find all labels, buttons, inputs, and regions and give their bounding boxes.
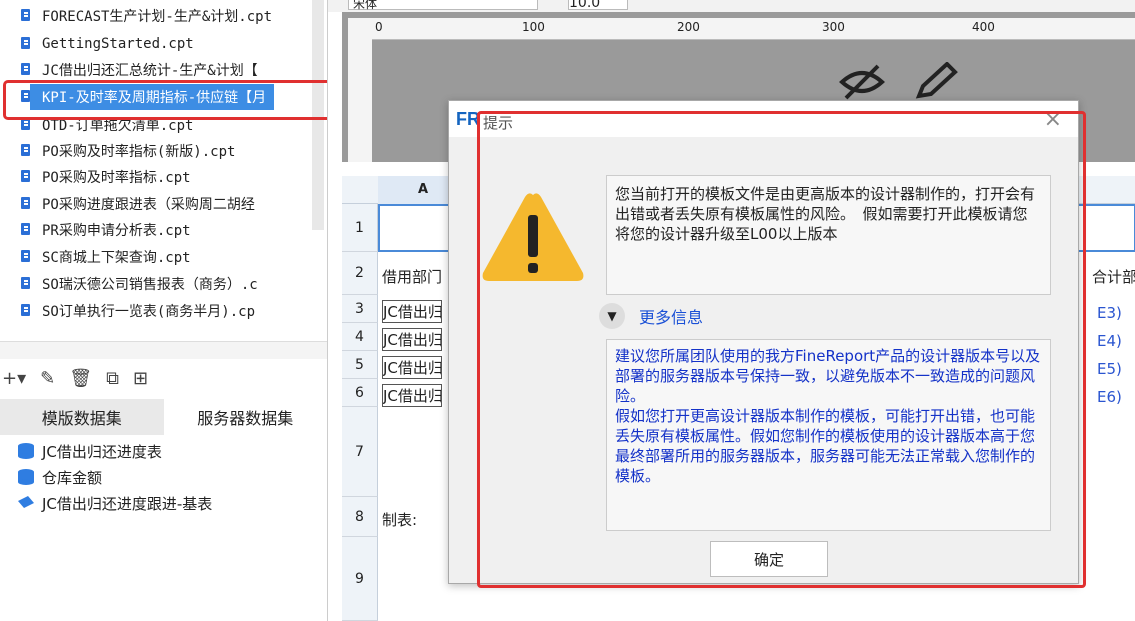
report-file-icon (20, 36, 32, 52)
table-cell[interactable]: E6) (1097, 388, 1122, 406)
row-header[interactable]: 2 (342, 252, 378, 295)
preview-icon[interactable]: ⧉ (106, 368, 119, 389)
row-header[interactable]: 3 (342, 295, 378, 323)
hide-icon[interactable] (838, 62, 886, 102)
report-file-icon (20, 62, 32, 78)
row-header[interactable]: 5 (342, 351, 378, 379)
font-select[interactable]: 宋体 (348, 0, 538, 11)
file-item[interactable]: PO采购及时率指标.cpt (0, 164, 191, 190)
server-dataset-icon[interactable]: ⊞ (133, 368, 148, 389)
table-cell[interactable]: JC借出归 (382, 384, 442, 407)
table-cell[interactable]: E3) (1097, 304, 1122, 322)
table-cell[interactable]: 借用部门 (382, 266, 442, 287)
edit-icon[interactable]: ✎ (40, 368, 55, 389)
delete-icon[interactable]: 🗑 (69, 368, 92, 389)
table-cell[interactable]: E5) (1097, 360, 1122, 378)
row-header[interactable]: 9 (342, 537, 378, 621)
row-header[interactable]: 1 (342, 204, 378, 252)
dataset-item[interactable]: JC借出归还进度跟进-基表 (0, 490, 212, 516)
table-cell[interactable]: 制表: (382, 509, 442, 530)
report-file-icon (20, 276, 32, 292)
font-size-select[interactable]: 10.0 (568, 0, 628, 11)
file-item[interactable]: GettingStarted.cpt (0, 31, 194, 57)
format-toolbar: 宋体 10.0 (328, 0, 1135, 12)
row-header[interactable]: 7 (342, 407, 378, 497)
horizontal-ruler: 0 100 200 300 400 (372, 18, 1135, 40)
database-icon (18, 469, 34, 485)
dataset-link-icon (18, 496, 34, 508)
vertical-ruler (348, 18, 372, 162)
table-cell[interactable]: JC借出归 (382, 300, 442, 323)
dataset-item[interactable]: 仓库金额 (0, 464, 102, 490)
row-header[interactable]: 8 (342, 497, 378, 537)
report-file-icon (20, 303, 32, 319)
table-cell[interactable]: JC借出归 (382, 356, 442, 379)
add-dataset-icon[interactable]: +▾ (2, 368, 26, 389)
file-item[interactable]: FORECAST生产计划-生产&计划.cpt (0, 3, 272, 29)
file-item[interactable]: SO瑞沃德公司销售报表（商务）.c (0, 271, 258, 297)
report-file-icon (20, 143, 32, 159)
highlight-annotation (477, 111, 1086, 588)
row-header[interactable]: 4 (342, 323, 378, 351)
table-cell[interactable]: 合计 (1092, 266, 1122, 287)
tab-template-dataset[interactable]: 模版数据集 (0, 399, 164, 435)
file-item[interactable]: PR采购申请分析表.cpt (0, 217, 191, 243)
table-cell[interactable]: E4) (1097, 332, 1122, 350)
report-file-icon (20, 8, 32, 24)
row-header[interactable]: 6 (342, 379, 378, 407)
dataset-tabs: 模版数据集 服务器数据集 (0, 399, 327, 435)
highlight-annotation (3, 80, 360, 120)
dataset-toolbar: +▾ ✎ 🗑 ⧉ ⊞ (0, 358, 327, 398)
report-file-icon (20, 222, 32, 238)
panel-splitter[interactable] (0, 341, 327, 359)
database-icon (18, 443, 34, 459)
template-file-tree: FORECAST生产计划-生产&计划.cpt GettingStarted.cp… (0, 0, 327, 338)
dataset-item[interactable]: JC借出归还进度表 (0, 438, 162, 464)
table-cell[interactable]: 部 (1122, 266, 1135, 287)
report-file-icon (20, 249, 32, 265)
report-file-icon (20, 196, 32, 212)
edit-pen-icon[interactable] (913, 62, 959, 102)
file-item[interactable]: SO订单执行一览表(商务半月).cp (0, 298, 255, 324)
file-item[interactable]: PO采购进度跟进表（采购周二胡经 (0, 191, 255, 217)
file-item[interactable]: SC商城上下架查询.cpt (0, 244, 191, 270)
file-item[interactable]: PO采购及时率指标(新版).cpt (0, 138, 235, 164)
table-cell[interactable]: JC借出归 (382, 328, 442, 351)
report-file-icon (20, 169, 32, 185)
tab-server-dataset[interactable]: 服务器数据集 (163, 399, 327, 435)
left-panel: FORECAST生产计划-生产&计划.cpt GettingStarted.cp… (0, 0, 360, 621)
